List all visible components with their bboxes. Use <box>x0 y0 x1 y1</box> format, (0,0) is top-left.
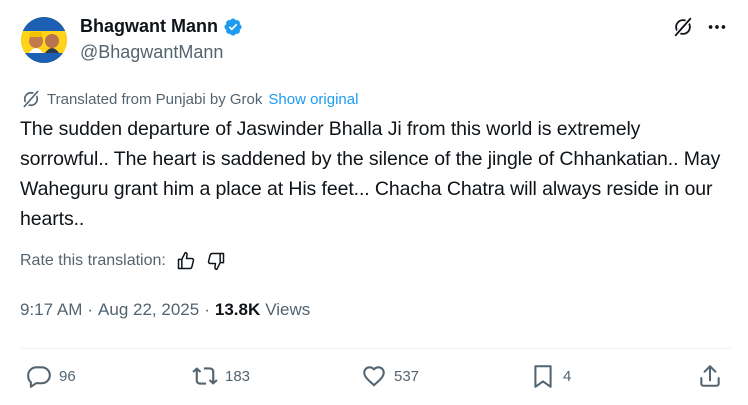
author-name[interactable]: Bhagwant Mann <box>80 16 218 37</box>
translation-note: Translated from Punjabi by Grok Show ori… <box>21 89 358 109</box>
heart-icon <box>361 363 387 389</box>
thumbs-down-icon[interactable] <box>206 251 226 271</box>
share-icon <box>697 363 723 389</box>
post-date[interactable]: Aug 22, 2025 <box>98 300 199 320</box>
post-meta: 9:17 AM · Aug 22, 2025 · 13.8K Views <box>20 300 310 320</box>
author-handle[interactable]: @BhagwantMann <box>80 42 223 63</box>
show-original-link[interactable]: Show original <box>268 91 358 108</box>
more-icon[interactable] <box>706 16 728 38</box>
post-time[interactable]: 9:17 AM <box>20 300 82 320</box>
post-text: The sudden departure of Jaswinder Bhalla… <box>20 118 721 230</box>
bookmark-icon <box>530 363 556 389</box>
divider <box>20 348 732 349</box>
avatar[interactable] <box>21 17 67 63</box>
verified-badge-icon <box>223 17 243 37</box>
rate-translation: Rate this translation: <box>20 251 226 271</box>
rate-label: Rate this translation: <box>20 252 166 269</box>
like-button[interactable]: 537 <box>361 363 419 389</box>
avatar-image <box>21 17 67 63</box>
author-name-row: Bhagwant Mann <box>80 16 243 37</box>
grok-translate-icon <box>21 89 41 109</box>
reply-button[interactable]: 96 <box>26 363 76 389</box>
like-count: 537 <box>394 367 420 385</box>
reply-icon <box>26 363 52 389</box>
repost-icon <box>192 363 218 389</box>
meta-separator: · <box>204 300 210 319</box>
grok-icon[interactable] <box>672 16 694 38</box>
share-button[interactable] <box>697 363 723 389</box>
meta-separator: · <box>87 300 94 319</box>
repost-count: 183 <box>225 367 251 385</box>
views-label: Views <box>265 300 311 319</box>
views-count[interactable]: 13.8K <box>215 300 260 320</box>
bookmark-button[interactable]: 4 <box>530 363 571 389</box>
translation-label: Translated from Punjabi by Grok <box>47 90 263 108</box>
thumbs-up-icon[interactable] <box>176 251 196 271</box>
bookmark-count: 4 <box>563 367 572 385</box>
reply-count: 96 <box>59 367 76 385</box>
repost-button[interactable]: 183 <box>192 363 250 389</box>
